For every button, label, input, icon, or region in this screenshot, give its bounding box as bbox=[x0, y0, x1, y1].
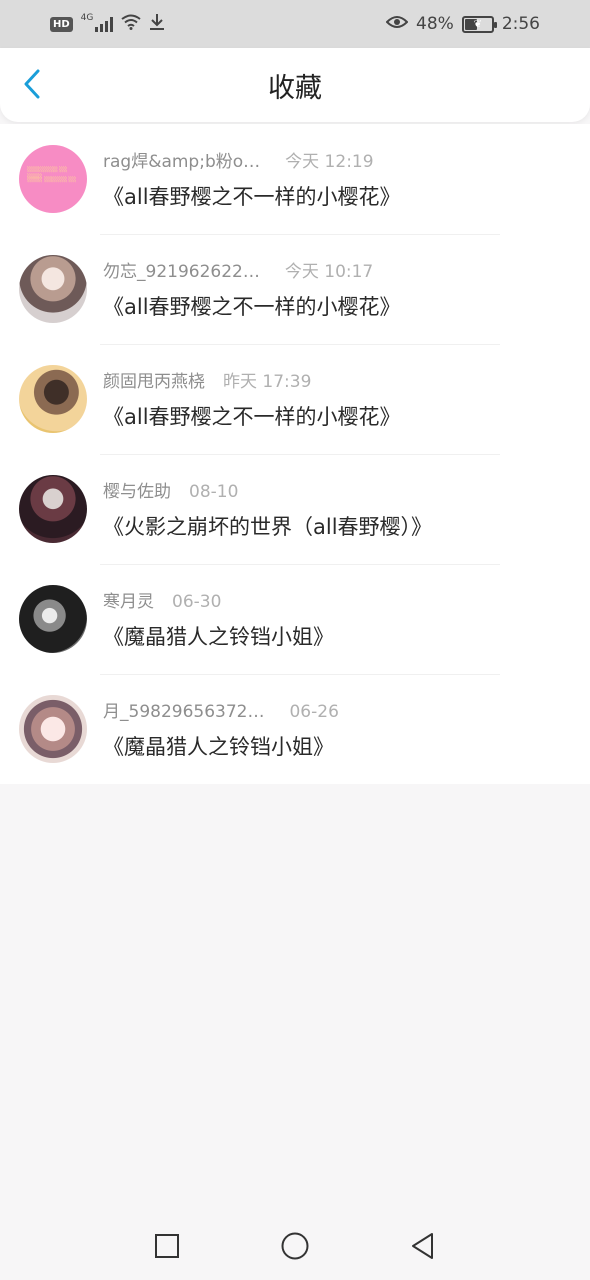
circle-icon bbox=[280, 1231, 310, 1265]
chevron-left-icon bbox=[23, 69, 41, 103]
list-item[interactable]: ░░░░░░░░ ░░ ░░░░ ░░░░ ░░░░░░ ░░ rag焊&amp… bbox=[0, 124, 590, 234]
book-title[interactable]: 《all春野樱之不一样的小樱花》 bbox=[103, 181, 401, 211]
status-bar: HD 4G 48% ❦ 2:56 bbox=[0, 0, 590, 48]
page-title: 收藏 bbox=[268, 72, 322, 104]
book-title[interactable]: 《魔晶猎人之铃铛小姐》 bbox=[103, 731, 339, 761]
avatar[interactable] bbox=[19, 695, 87, 763]
wifi-icon bbox=[121, 14, 141, 35]
avatar[interactable]: ░░░░░░░░ ░░ ░░░░ ░░░░ ░░░░░░ ░░ bbox=[19, 145, 87, 213]
avatar[interactable] bbox=[19, 255, 87, 323]
author-name[interactable]: 寒月灵 bbox=[103, 587, 154, 612]
clock: 2:56 bbox=[501, 14, 540, 34]
author-name[interactable]: 勿忘_921962622… bbox=[103, 257, 260, 282]
square-icon bbox=[154, 1233, 180, 1263]
recents-button[interactable] bbox=[147, 1228, 187, 1268]
author-name[interactable]: 月_59829656372… bbox=[103, 697, 264, 722]
network-type: 4G bbox=[80, 13, 94, 23]
book-title[interactable]: 《all春野樱之不一样的小樱花》 bbox=[103, 291, 401, 321]
list-item[interactable]: 樱与佐助 08-10 《火影之崩坏的世界（all春野樱）》 bbox=[0, 454, 590, 564]
triangle-back-icon bbox=[410, 1232, 436, 1264]
hd-badge: HD bbox=[50, 16, 73, 32]
book-title[interactable]: 《all春野樱之不一样的小樱花》 bbox=[103, 401, 401, 431]
author-name[interactable]: rag焊&amp;b粉o… bbox=[103, 147, 260, 172]
timestamp: 今天 12:19 bbox=[285, 152, 374, 172]
battery-icon: ❦ bbox=[461, 15, 497, 33]
timestamp: 06-30 bbox=[172, 592, 222, 612]
timestamp: 06-26 bbox=[289, 702, 339, 722]
list-item[interactable]: 寒月灵 06-30 《魔晶猎人之铃铛小姐》 bbox=[0, 564, 590, 674]
book-title[interactable]: 《火影之崩坏的世界（all春野樱）》 bbox=[103, 511, 432, 541]
signal-icon bbox=[95, 16, 114, 32]
avatar[interactable] bbox=[19, 475, 87, 543]
nav-back-button[interactable] bbox=[403, 1228, 443, 1268]
list-item[interactable]: 颜固甩丙燕桡 昨天 17:39 《all春野樱之不一样的小樱花》 bbox=[0, 344, 590, 454]
app-header: 收藏 bbox=[0, 48, 590, 122]
download-icon bbox=[149, 13, 165, 36]
timestamp: 昨天 17:39 bbox=[223, 372, 312, 392]
avatar[interactable] bbox=[19, 585, 87, 653]
author-name[interactable]: 樱与佐助 bbox=[103, 477, 171, 502]
battery-percent: 48% bbox=[416, 14, 454, 34]
timestamp: 08-10 bbox=[189, 482, 239, 502]
list-item[interactable]: 月_59829656372… 06-26 《魔晶猎人之铃铛小姐》 bbox=[0, 674, 590, 784]
eye-icon bbox=[385, 14, 409, 34]
favorites-list: ░░░░░░░░ ░░ ░░░░ ░░░░ ░░░░░░ ░░ rag焊&amp… bbox=[0, 124, 590, 784]
timestamp: 今天 10:17 bbox=[284, 262, 374, 282]
system-nav-bar bbox=[0, 1215, 590, 1280]
author-name[interactable]: 颜固甩丙燕桡 bbox=[103, 367, 205, 392]
home-button[interactable] bbox=[275, 1228, 315, 1268]
back-button[interactable] bbox=[16, 69, 48, 103]
list-item[interactable]: 勿忘_921962622… 今天 10:17 《all春野樱之不一样的小樱花》 bbox=[0, 234, 590, 344]
avatar[interactable] bbox=[19, 365, 87, 433]
book-title[interactable]: 《魔晶猎人之铃铛小姐》 bbox=[103, 621, 334, 651]
